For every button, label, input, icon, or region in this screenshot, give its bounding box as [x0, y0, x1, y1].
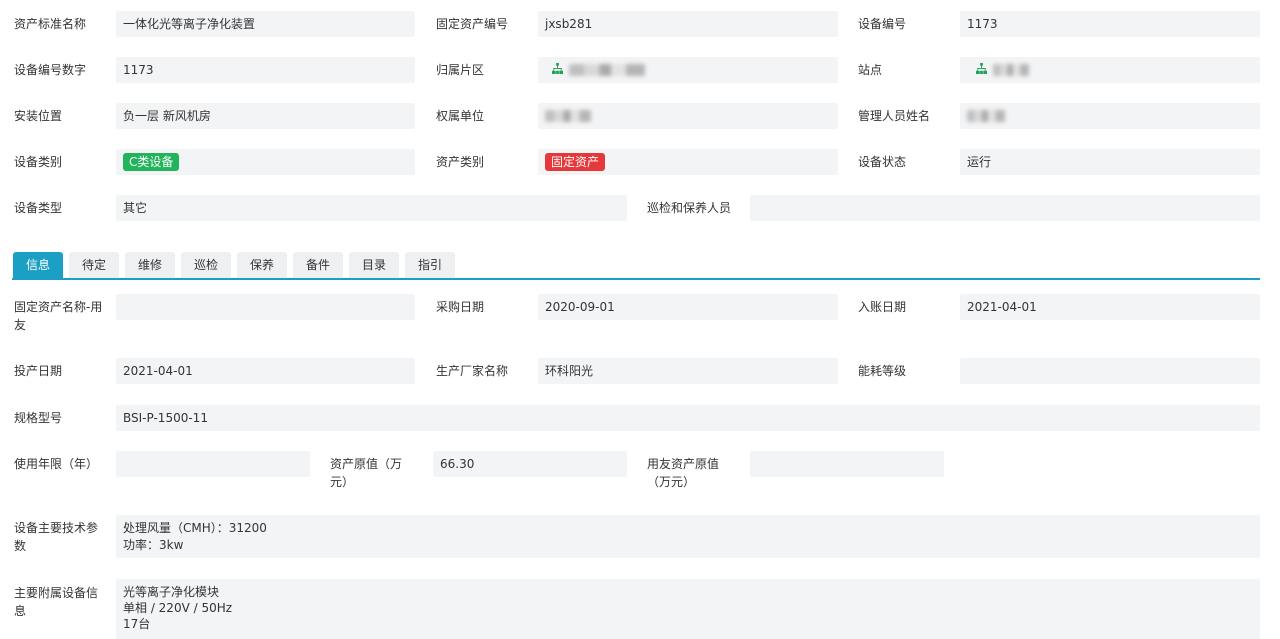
site-label: 站点 — [858, 63, 883, 77]
device-no-field: 1173 — [960, 11, 1260, 37]
service-life-label: 使用年限（年） — [14, 457, 99, 471]
org-tree-icon — [552, 61, 563, 79]
spec-model-field: BSI-P-1500-11 — [116, 405, 1260, 431]
tab-inspection[interactable]: 巡检 — [181, 252, 231, 278]
original-value-field: 66.30 — [433, 451, 627, 477]
tab-info[interactable]: 信息 — [13, 252, 63, 278]
area-value-redacted — [569, 64, 645, 76]
original-value-value: 66.30 — [440, 457, 475, 471]
tab-bar: 信息 待定 维修 巡检 保养 备件 目录 指引 — [12, 252, 1260, 280]
fixed-asset-no-label: 固定资产编号 — [436, 17, 509, 31]
device-class-tag: C类设备 — [123, 153, 180, 171]
accessory-value: 光等离子净化模块 单相 / 220V / 50Hz 17台 — [123, 585, 233, 631]
tab-spare-parts[interactable]: 备件 — [293, 252, 343, 278]
site-field[interactable] — [960, 57, 1260, 83]
fixed-asset-no-field: jxsb281 — [538, 11, 838, 37]
asset-std-name-value: 一体化光等离子净化装置 — [123, 17, 256, 31]
manufacturer-value: 环科阳光 — [545, 364, 594, 378]
owner-unit-value-redacted — [545, 110, 591, 122]
production-date-value: 2021-04-01 — [123, 364, 193, 378]
tab-maintenance[interactable]: 保养 — [237, 252, 287, 278]
service-life-field — [116, 451, 310, 477]
yy-original-value-label: 用友资产原值（万元） — [647, 457, 720, 489]
tech-params-field: 处理风量（CMH）：31200 功率：3kw — [116, 515, 1260, 558]
spec-model-label: 规格型号 — [14, 411, 63, 425]
device-status-value: 运行 — [967, 155, 992, 169]
asset-class-tag: 固定资产 — [545, 153, 606, 171]
install-loc-label: 安装位置 — [14, 109, 63, 123]
owner-unit-field — [538, 103, 838, 129]
device-no-label: 设备编号 — [858, 17, 907, 31]
device-no-num-label: 设备编号数字 — [14, 63, 87, 77]
spec-model-value: BSI-P-1500-11 — [123, 411, 208, 425]
site-value-redacted — [993, 64, 1029, 76]
asset-class-field: 固定资产 — [538, 149, 838, 175]
inspect-staff-label: 巡检和保养人员 — [647, 201, 732, 215]
yy-original-value-field — [750, 451, 944, 477]
entry-date-label: 入账日期 — [858, 300, 907, 314]
manager-field — [960, 103, 1260, 129]
tab-catalog[interactable]: 目录 — [349, 252, 399, 278]
fixed-asset-name-yy-label: 固定资产名称-用友 — [14, 300, 103, 332]
purchase-date-field: 2020-09-01 — [538, 294, 838, 320]
area-field[interactable] — [538, 57, 838, 83]
fixed-asset-name-yy-field — [116, 294, 415, 320]
entry-date-value: 2021-04-01 — [967, 300, 1037, 314]
tech-params-label: 设备主要技术参数 — [14, 521, 99, 553]
device-status-field: 运行 — [960, 149, 1260, 175]
tab-guide[interactable]: 指引 — [405, 252, 455, 278]
manager-label: 管理人员姓名 — [858, 109, 931, 123]
install-loc-field: 负一层 新风机房 — [116, 103, 415, 129]
fixed-asset-no-value: jxsb281 — [545, 17, 593, 31]
purchase-date-value: 2020-09-01 — [545, 300, 615, 314]
original-value-label: 资产原值（万元） — [330, 457, 403, 489]
manufacturer-field: 环科阳光 — [538, 358, 838, 384]
device-no-value: 1173 — [967, 17, 998, 31]
device-type-field: 其它 — [116, 195, 627, 221]
entry-date-field: 2021-04-01 — [960, 294, 1260, 320]
inspect-staff-field — [750, 195, 1260, 221]
production-date-field: 2021-04-01 — [116, 358, 415, 384]
asset-std-name-label: 资产标准名称 — [14, 17, 87, 31]
asset-class-label: 资产类别 — [436, 155, 485, 169]
device-no-num-field: 1173 — [116, 57, 415, 83]
device-type-label: 设备类型 — [14, 201, 63, 215]
tab-pending[interactable]: 待定 — [69, 252, 119, 278]
device-no-num-value: 1173 — [123, 63, 154, 77]
accessory-label: 主要附属设备信息 — [14, 586, 99, 618]
energy-level-label: 能耗等级 — [858, 364, 907, 378]
device-class-field: C类设备 — [116, 149, 415, 175]
tech-params-value: 处理风量（CMH）：31200 功率：3kw — [123, 521, 267, 552]
production-date-label: 投产日期 — [14, 364, 63, 378]
device-type-value: 其它 — [123, 201, 148, 215]
owner-unit-label: 权属单位 — [436, 109, 485, 123]
manager-value-redacted — [967, 110, 1005, 122]
accessory-field: 光等离子净化模块 单相 / 220V / 50Hz 17台 — [116, 579, 1260, 639]
purchase-date-label: 采购日期 — [436, 300, 485, 314]
org-tree-icon — [976, 61, 987, 79]
tab-repair[interactable]: 维修 — [125, 252, 175, 278]
device-class-label: 设备类别 — [14, 155, 63, 169]
install-loc-value: 负一层 新风机房 — [123, 109, 211, 123]
energy-level-field — [960, 358, 1260, 384]
device-status-label: 设备状态 — [858, 155, 907, 169]
asset-std-name-field: 一体化光等离子净化装置 — [116, 11, 415, 37]
area-label: 归属片区 — [436, 63, 485, 77]
manufacturer-label: 生产厂家名称 — [436, 364, 509, 378]
